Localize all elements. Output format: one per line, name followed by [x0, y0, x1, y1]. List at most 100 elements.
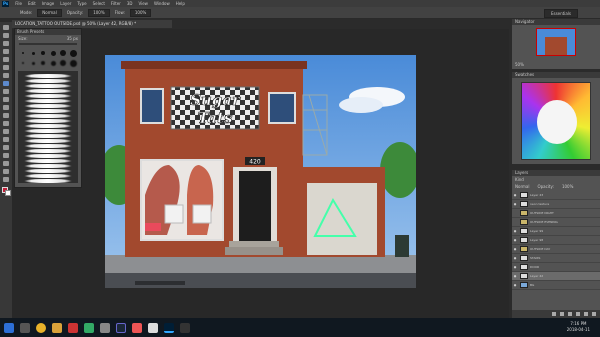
brush-stroke-preview[interactable] [24, 154, 72, 158]
marquee-tool-icon[interactable] [3, 33, 9, 38]
shape-tool-icon[interactable] [3, 161, 9, 166]
menu-image[interactable]: Image [42, 0, 55, 7]
gradient-tool-icon[interactable] [3, 113, 9, 118]
menu-help[interactable]: Help [176, 0, 185, 7]
layer-row[interactable]: ● Layer 98 [512, 236, 600, 245]
path-select-tool-icon[interactable] [3, 153, 9, 158]
crop-tool-icon[interactable] [3, 57, 9, 62]
menu-select[interactable]: Select [93, 0, 105, 7]
brush-stroke-preview[interactable] [24, 129, 72, 133]
brush-stroke-preview[interactable] [24, 89, 72, 93]
layers-opacity-value[interactable]: 100% [562, 183, 573, 190]
app-icon[interactable] [84, 322, 94, 333]
swatch-grid[interactable] [521, 82, 591, 160]
visibility-eye-icon[interactable]: ● [512, 274, 518, 278]
zoom-tool-icon[interactable] [3, 177, 9, 182]
history-brush-tool-icon[interactable] [3, 97, 9, 102]
brush-tip[interactable] [19, 49, 27, 57]
brush-stroke-preview[interactable] [24, 94, 72, 98]
app-icon[interactable] [68, 322, 78, 333]
document-tab[interactable]: LOCATION_TATTOO OUTSIDE.psd @ 50% (Layer… [12, 20, 172, 28]
visibility-eye-icon[interactable]: ● [512, 265, 518, 269]
workspace-select[interactable]: Essentials [543, 9, 578, 18]
menu-layer[interactable]: Layer [60, 0, 71, 7]
visibility-eye-icon[interactable]: ● [512, 283, 518, 287]
file-explorer-icon[interactable] [52, 322, 62, 333]
flow-field[interactable]: 100% [129, 8, 152, 17]
layer-row[interactable]: ● Layer 43 [512, 191, 600, 200]
layer-row[interactable]: OUTSIDE EVENING [512, 218, 600, 227]
layer-row[interactable]: ● DOOR [512, 263, 600, 272]
photoshop-logo-icon[interactable]: Ps [2, 0, 10, 7]
layer-row[interactable]: OUTSIDE NIGHT [512, 209, 600, 218]
brush-stroke-preview[interactable] [24, 84, 72, 88]
menu-window[interactable]: Window [154, 0, 170, 7]
new-layer-icon[interactable] [584, 312, 588, 316]
navigator-zoom[interactable]: 50% [515, 62, 524, 67]
navigator-preview[interactable] [536, 28, 576, 56]
layer-row[interactable]: ● Layer 99 [512, 227, 600, 236]
system-clock[interactable]: 7:16 PM 2018-04-11 [567, 321, 590, 333]
visibility-eye-icon[interactable]: ● [512, 202, 518, 206]
layer-row[interactable]: ● neon texture [512, 200, 600, 209]
app-icon[interactable] [100, 322, 110, 333]
menu-edit[interactable]: Edit [28, 0, 36, 7]
layers-kind-filter[interactable]: Kind [515, 177, 524, 182]
brush-stroke-preview[interactable] [24, 169, 72, 173]
brush-stroke-preview[interactable] [24, 134, 72, 138]
brush-tip[interactable] [29, 49, 37, 57]
eraser-tool-icon[interactable] [3, 105, 9, 110]
new-group-icon[interactable] [576, 312, 580, 316]
steam-icon[interactable] [116, 322, 126, 333]
app-icon[interactable] [180, 322, 190, 333]
menu-filter[interactable]: Filter [111, 0, 121, 7]
brush-stroke-preview[interactable] [24, 114, 72, 118]
brush-tip[interactable] [59, 59, 67, 67]
link-layers-icon[interactable] [552, 312, 556, 316]
visibility-eye-icon[interactable]: ● [512, 229, 518, 233]
brush-tip[interactable] [59, 49, 67, 57]
brush-stroke-preview[interactable] [24, 124, 72, 128]
layer-row-selected[interactable]: ● Layer 42 [512, 272, 600, 281]
healing-tool-icon[interactable] [3, 73, 9, 78]
brush-size-slider[interactable] [19, 43, 77, 45]
brush-stroke-preview[interactable] [24, 109, 72, 113]
brush-tip[interactable] [29, 59, 37, 67]
brush-size-value[interactable]: 35 px [67, 36, 78, 42]
brush-tip[interactable] [39, 49, 47, 57]
layer-row[interactable]: ● BG [512, 281, 600, 290]
brush-stroke-preview[interactable] [24, 119, 72, 123]
opacity-field[interactable]: 100% [88, 8, 110, 17]
brush-stroke-preview[interactable] [24, 174, 72, 178]
menu-3d[interactable]: 3D [127, 0, 133, 7]
brush-tip[interactable] [39, 59, 47, 67]
brush-stroke-preview[interactable] [24, 139, 72, 143]
add-mask-icon[interactable] [568, 312, 572, 316]
layer-row[interactable]: ● STAIRS [512, 254, 600, 263]
blur-tool-icon[interactable] [3, 121, 9, 126]
brush-stroke-preview[interactable] [24, 179, 72, 183]
brush-stroke-preview[interactable] [24, 74, 72, 78]
brush-stroke-preview[interactable] [24, 99, 72, 103]
search-icon[interactable] [20, 322, 30, 333]
visibility-eye-icon[interactable]: ● [512, 238, 518, 242]
type-tool-icon[interactable] [3, 145, 9, 150]
menu-view[interactable]: View [138, 0, 148, 7]
layers-blend-mode[interactable]: Normal [515, 183, 529, 190]
windows-start-icon[interactable] [4, 322, 14, 333]
app-icon[interactable] [148, 322, 158, 333]
brush-stroke-preview[interactable] [24, 159, 72, 163]
app-icon[interactable] [132, 322, 142, 333]
brush-stroke-preview[interactable] [24, 104, 72, 108]
layer-row[interactable]: ● OUTSIDE DAY [512, 245, 600, 254]
hand-tool-icon[interactable] [3, 169, 9, 174]
quick-select-tool-icon[interactable] [3, 49, 9, 54]
background-color-swatch[interactable] [5, 190, 11, 196]
lasso-tool-icon[interactable] [3, 41, 9, 46]
add-style-icon[interactable] [560, 312, 564, 316]
menu-file[interactable]: File [15, 0, 22, 7]
brush-tip[interactable] [19, 59, 27, 67]
delete-layer-icon[interactable] [592, 312, 596, 316]
visibility-eye-icon[interactable]: ● [512, 247, 518, 251]
brush-tip[interactable] [69, 49, 77, 57]
